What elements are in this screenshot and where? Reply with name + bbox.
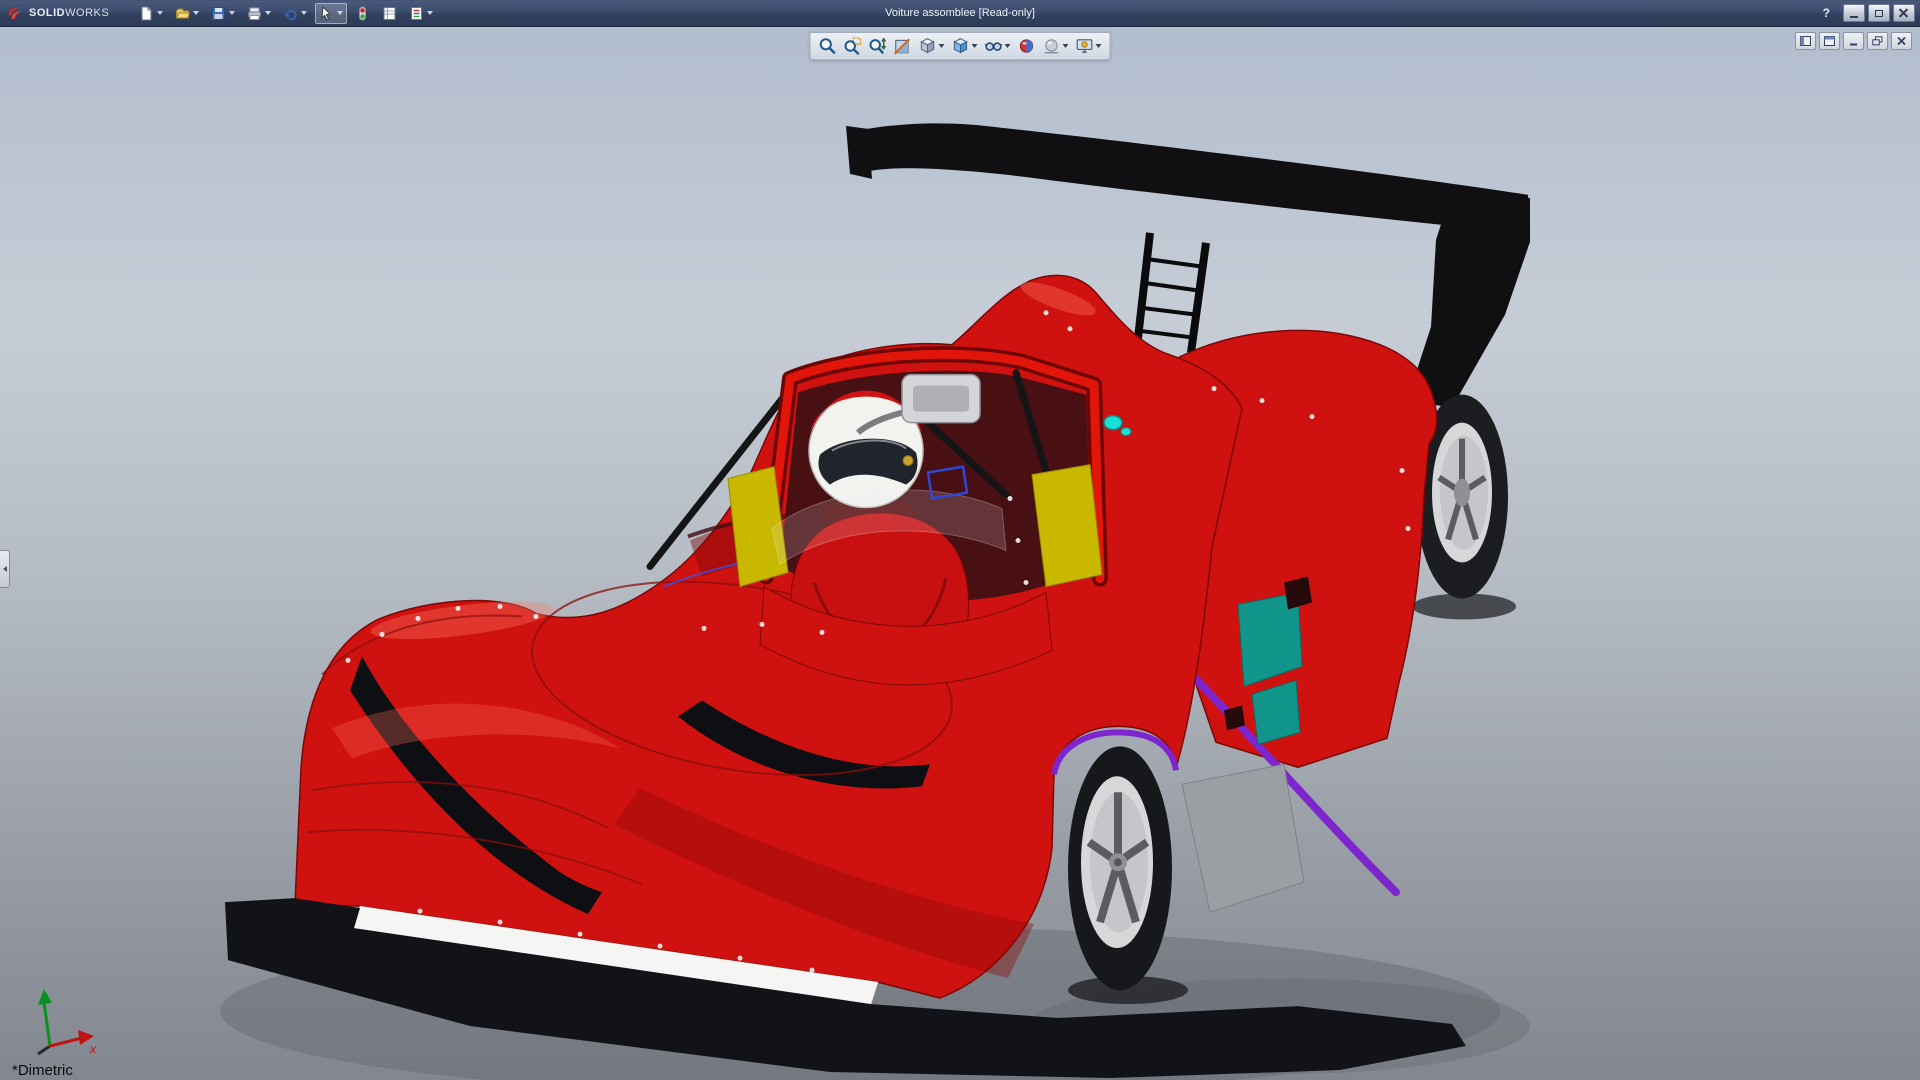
restore-icon — [1872, 36, 1883, 46]
maximize-icon — [1875, 10, 1883, 17]
dropdown-arrow-icon — [229, 11, 235, 15]
save-icon — [211, 6, 226, 21]
dropdown-arrow-icon — [337, 11, 343, 15]
section-view-icon — [894, 37, 912, 55]
titlebar-toolbar — [135, 3, 437, 24]
zoom-area-button[interactable] — [842, 35, 864, 57]
display-style-icon — [952, 37, 970, 55]
view-orientation-icon — [919, 37, 937, 55]
dropdown-arrow-icon — [972, 44, 978, 48]
pane-toggle-button[interactable] — [1795, 32, 1816, 50]
design-table-button[interactable] — [378, 3, 401, 24]
wing-supports — [1137, 233, 1206, 353]
window-controls: ? — [1823, 4, 1915, 22]
print-icon — [247, 6, 262, 21]
graphics-area[interactable]: x *Dimetric — [0, 27, 1920, 1080]
titlebar: SOLIDWORKS — [0, 0, 1920, 27]
close-document-button[interactable] — [1891, 32, 1912, 50]
hide-show-items-icon — [985, 37, 1003, 55]
3d-viewport[interactable] — [0, 27, 1920, 1080]
design-table-icon — [382, 6, 397, 21]
open-icon — [175, 6, 190, 21]
orientation-triad: x — [14, 984, 106, 1064]
dropdown-arrow-icon — [1096, 44, 1102, 48]
edit-color-button[interactable] — [405, 3, 437, 24]
minimize-document-button[interactable] — [1843, 32, 1864, 50]
dropdown-arrow-icon — [265, 11, 271, 15]
minimize-button[interactable] — [1843, 4, 1865, 22]
solidworks-logo-icon — [6, 4, 24, 22]
close-icon — [1899, 8, 1909, 18]
apply-scene-button[interactable] — [1041, 35, 1071, 57]
minimize-icon — [1848, 36, 1859, 46]
solidworks-logo: SOLIDWORKS — [6, 4, 109, 22]
select-cursor-icon — [319, 6, 334, 21]
edit-color-icon — [409, 6, 424, 21]
maximize-button[interactable] — [1868, 4, 1890, 22]
close-button[interactable] — [1893, 4, 1915, 22]
zoom-area-icon — [844, 37, 862, 55]
window-toggle-button[interactable] — [1819, 32, 1840, 50]
wing-endplate — [1407, 198, 1530, 408]
new-document-button[interactable] — [135, 3, 167, 24]
zoom-fit-button[interactable] — [817, 35, 839, 57]
view-orientation-label: *Dimetric — [12, 1062, 73, 1079]
feature-pane-splitter-tab[interactable] — [0, 550, 10, 588]
section-view-button[interactable] — [892, 35, 914, 57]
restore-document-button[interactable] — [1867, 32, 1888, 50]
view-orientation-button[interactable] — [917, 35, 947, 57]
window-toggle-icon — [1824, 36, 1835, 46]
document-window-controls — [1795, 32, 1912, 50]
dropdown-arrow-icon — [1005, 44, 1011, 48]
dropdown-arrow-icon — [301, 11, 307, 15]
heads-up-view-toolbar — [810, 32, 1111, 60]
apply-scene-icon — [1043, 37, 1061, 55]
rebuild-button[interactable] — [351, 3, 374, 24]
chevron-left-icon — [3, 566, 7, 572]
brand-text: SOLIDWORKS — [29, 7, 109, 19]
hide-show-items-button[interactable] — [983, 35, 1013, 57]
select-button[interactable] — [315, 3, 347, 24]
close-icon — [1896, 36, 1907, 46]
dropdown-arrow-icon — [193, 11, 199, 15]
zoom-in-out-button[interactable] — [867, 35, 889, 57]
help-button[interactable]: ? — [1823, 6, 1830, 20]
dropdown-arrow-icon — [427, 11, 433, 15]
view-settings-icon — [1076, 37, 1094, 55]
triad-x-label: x — [89, 1042, 97, 1056]
cyan-fitting — [1104, 416, 1122, 430]
open-button[interactable] — [171, 3, 203, 24]
undo-icon — [283, 6, 298, 21]
zoom-in-out-icon — [869, 37, 887, 55]
pane-toggle-icon — [1800, 36, 1811, 46]
display-style-button[interactable] — [950, 35, 980, 57]
sidepod-panel — [1182, 764, 1304, 912]
new-document-icon — [139, 6, 154, 21]
rebuild-icon — [355, 6, 370, 21]
edit-appearance-icon — [1018, 37, 1036, 55]
edit-appearance-button[interactable] — [1016, 35, 1038, 57]
view-settings-button[interactable] — [1074, 35, 1104, 57]
save-button[interactable] — [207, 3, 239, 24]
dropdown-arrow-icon — [157, 11, 163, 15]
undo-button[interactable] — [279, 3, 311, 24]
minimize-icon — [1850, 16, 1858, 18]
zoom-fit-icon — [819, 37, 837, 55]
print-button[interactable] — [243, 3, 275, 24]
solidworks-window: SOLIDWORKS — [0, 0, 1920, 1080]
window-title: Voiture assomblee [Read-only] — [885, 0, 1035, 26]
dropdown-arrow-icon — [1063, 44, 1069, 48]
dropdown-arrow-icon — [939, 44, 945, 48]
